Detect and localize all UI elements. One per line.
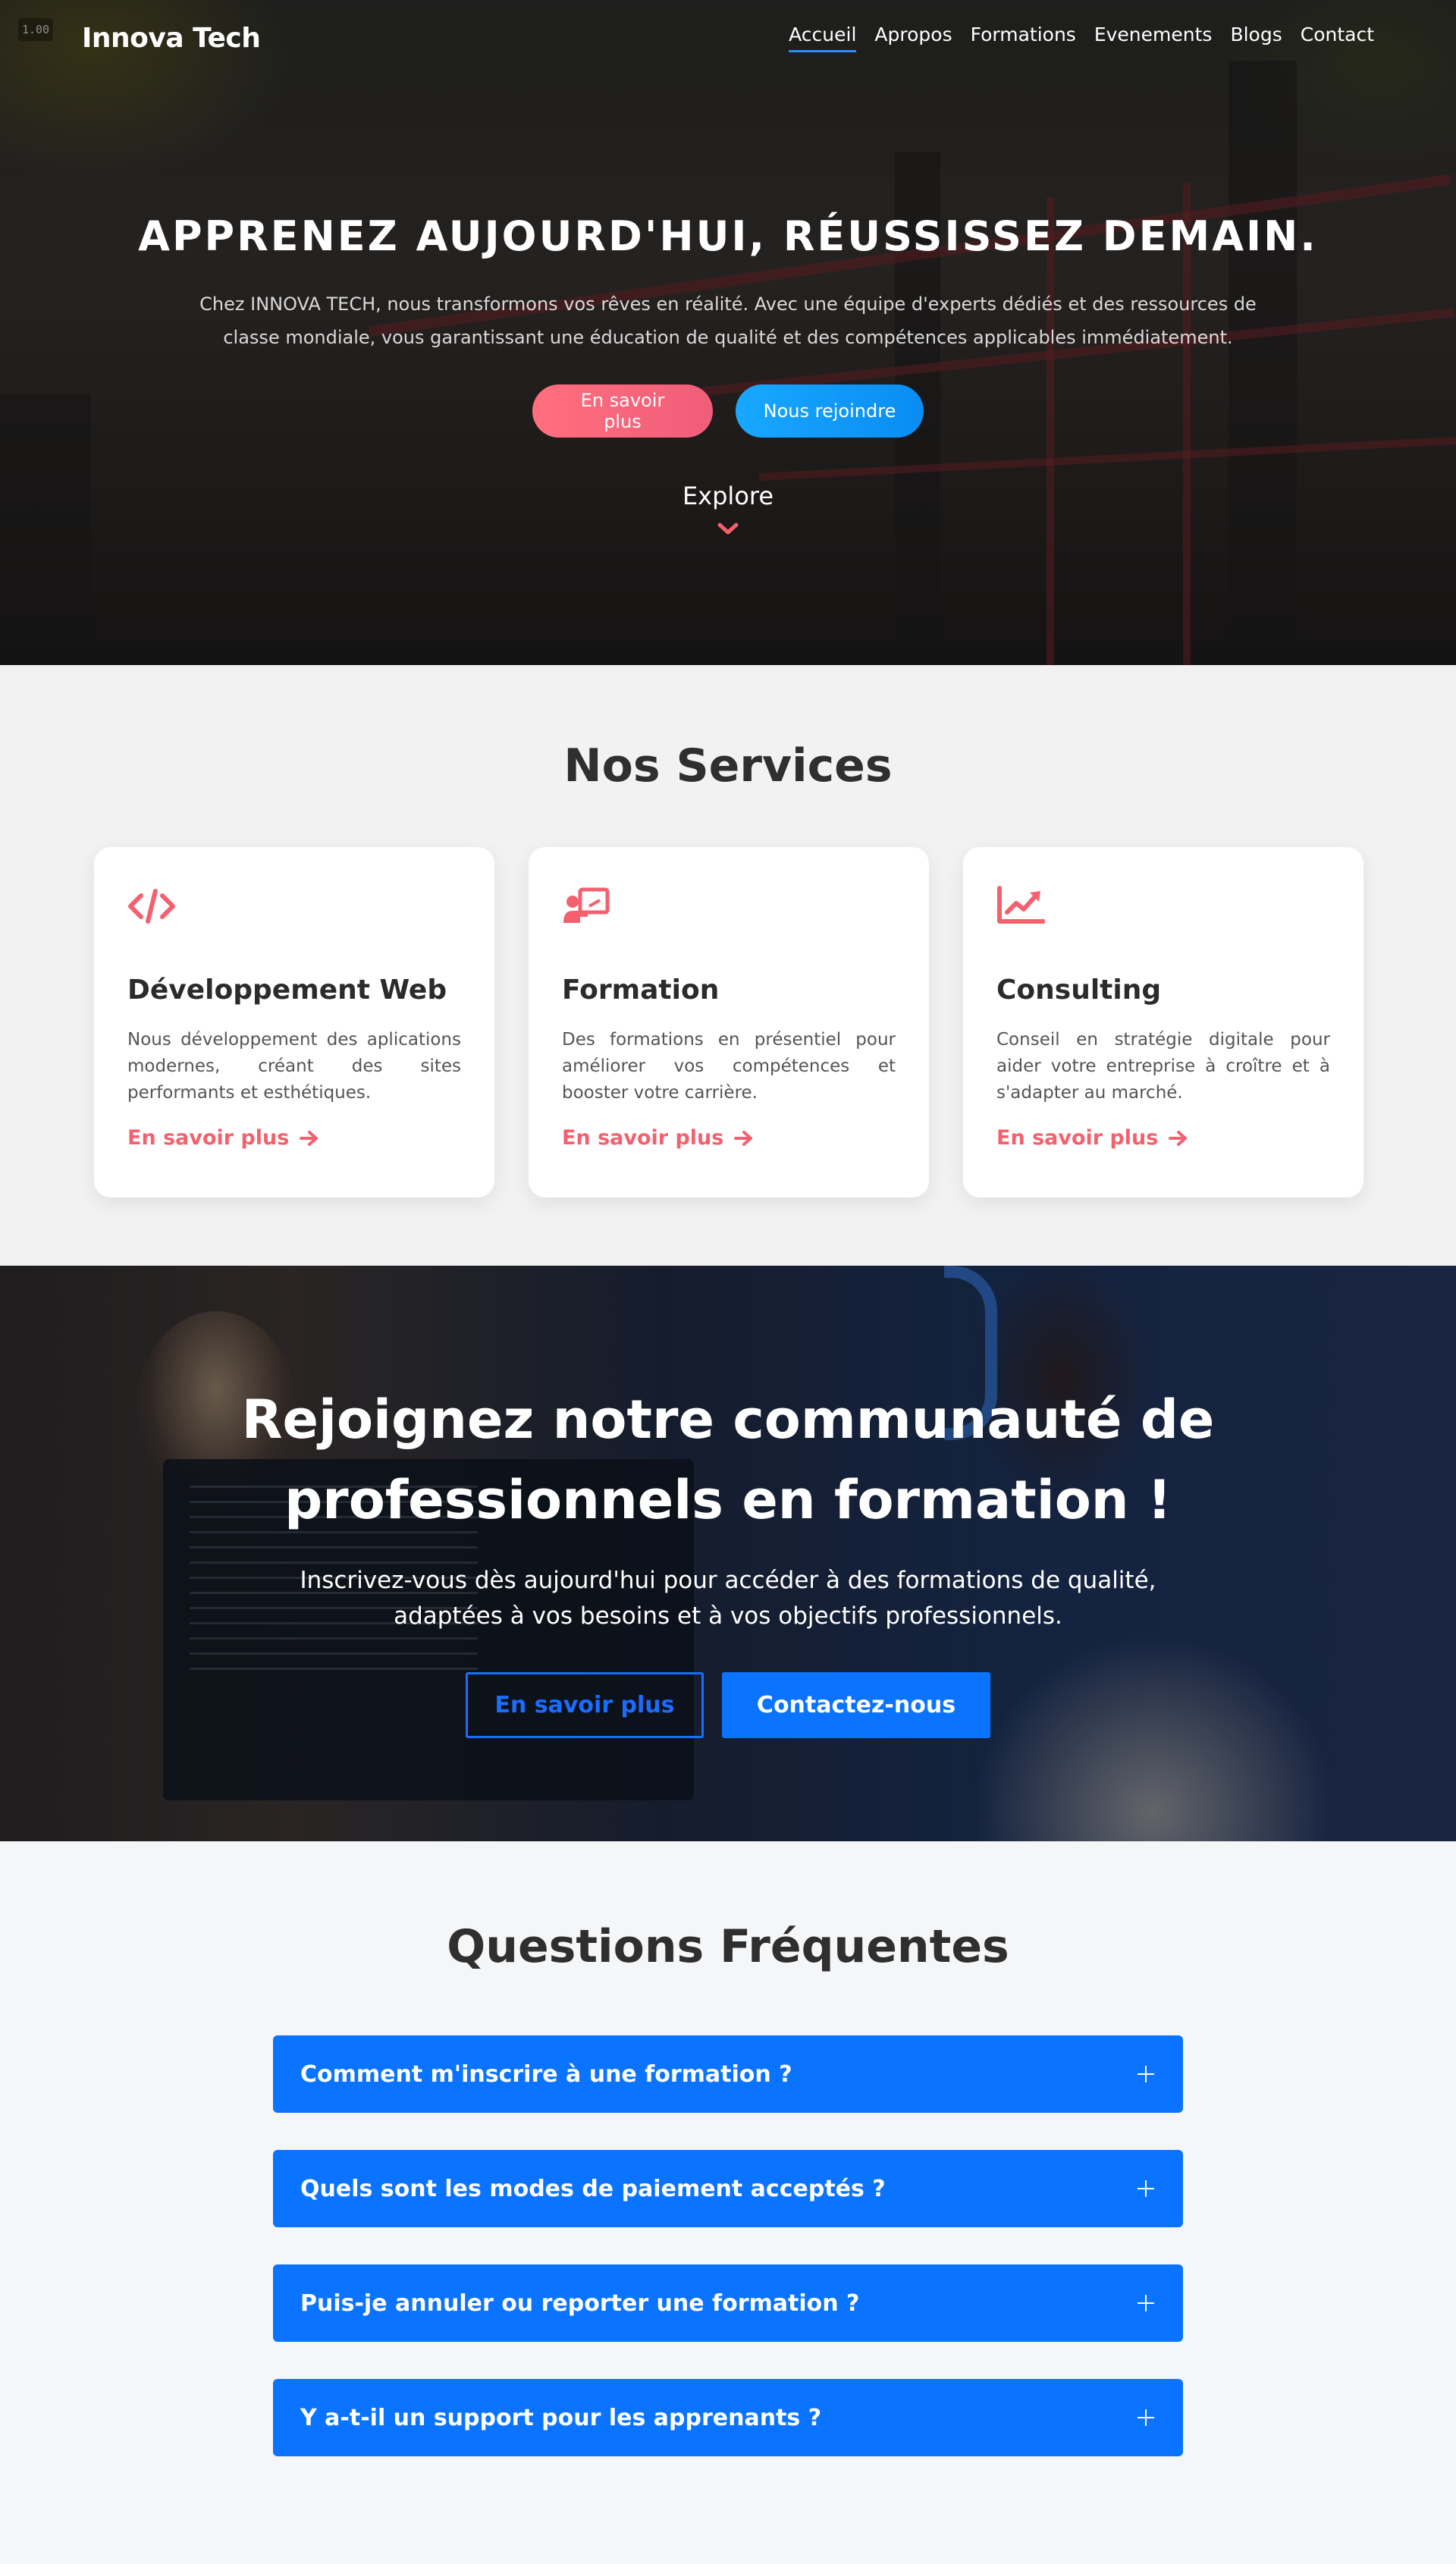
hero-buttons: En savoir plus Nous rejoindre	[0, 384, 1456, 438]
contact-us-button[interactable]: Contactez-nous	[722, 1672, 990, 1738]
community-subtitle-line1: Inscrivez-vous dès aujourd'hui pour accé…	[300, 1567, 1156, 1594]
faq-item[interactable]: Quels sont les modes de paiement accepté…	[273, 2150, 1183, 2227]
community-learn-more-button[interactable]: En savoir plus	[466, 1672, 704, 1738]
service-card-web: Développement Web Nous développement des…	[94, 847, 494, 1197]
faq-question[interactable]: Quels sont les modes de paiement accepté…	[300, 2176, 886, 2202]
explore-label[interactable]: Explore	[0, 482, 1456, 510]
faq-item[interactable]: Puis-je annuler ou reporter une formatio…	[273, 2264, 1183, 2342]
service-card-link-label[interactable]: En savoir plus	[562, 1126, 723, 1150]
plus-icon[interactable]	[1136, 2408, 1156, 2427]
services-section: Nos Services Développement Web Nous déve…	[0, 665, 1456, 1266]
top-navbar: Innova Tech Accueil Apropos Formations E…	[0, 0, 1456, 76]
community-section: Rejoignez notre communauté de profession…	[0, 1266, 1456, 1841]
faq-question[interactable]: Comment m'inscrire à une formation ?	[300, 2061, 792, 2088]
community-title-line1: Rejoignez notre communauté de	[241, 1389, 1215, 1451]
brand-logo[interactable]: Innova Tech	[82, 23, 261, 54]
arrow-right-icon	[300, 1130, 318, 1146]
faq-question[interactable]: Y a-t-il un support pour les apprenants …	[300, 2405, 821, 2431]
hero-content: APPRENEZ AUJOURD'HUI, RÉUSSISSEZ DEMAIN.…	[0, 212, 1456, 539]
plus-icon[interactable]	[1136, 2064, 1156, 2084]
faq-title: Questions Fréquentes	[447, 1920, 1009, 1973]
service-card-link[interactable]: En savoir plus	[562, 1126, 896, 1150]
hero-learn-more-button[interactable]: En savoir plus	[532, 384, 713, 438]
faq-list: Comment m'inscrire à une formation ? Que…	[273, 2035, 1183, 2493]
nav-link-formations[interactable]: Formations	[971, 24, 1076, 52]
nav-link-accueil[interactable]: Accueil	[789, 24, 857, 52]
faq-item[interactable]: Y a-t-il un support pour les apprenants …	[273, 2379, 1183, 2456]
nav-link-blogs[interactable]: Blogs	[1230, 24, 1282, 52]
hero-title: APPRENEZ AUJOURD'HUI, RÉUSSISSEZ DEMAIN.	[138, 212, 1318, 260]
arrow-right-icon	[734, 1130, 753, 1146]
chevron-down-icon[interactable]	[717, 521, 739, 536]
service-card-formation: Formation Des formations en présentiel p…	[529, 847, 929, 1197]
nav-link-evenements[interactable]: Evenements	[1094, 24, 1213, 52]
service-card-consulting: Consulting Conseil en stratégie digitale…	[963, 847, 1363, 1197]
community-subtitle-line2: adaptées à vos besoins et à vos objectif…	[394, 1602, 1062, 1630]
service-card-link-label[interactable]: En savoir plus	[127, 1126, 289, 1150]
community-title: Rejoignez notre communauté de profession…	[0, 1379, 1456, 1540]
service-card-title: Développement Web	[127, 974, 447, 1006]
service-card-link[interactable]: En savoir plus	[127, 1126, 461, 1150]
faq-section: Questions Fréquentes Comment m'inscrire …	[0, 1841, 1456, 2564]
hero-join-button[interactable]: Nous rejoindre	[736, 384, 924, 438]
services-cards: Développement Web Nous développement des…	[94, 847, 1363, 1197]
nav-link-contact[interactable]: Contact	[1301, 24, 1374, 52]
service-card-link[interactable]: En savoir plus	[996, 1126, 1330, 1150]
chart-line-icon	[997, 886, 1046, 924]
hero-section: 1.00 Innova Tech Accueil Apropos Formati…	[0, 0, 1456, 665]
service-card-text: Des formations en présentiel pour amélio…	[562, 1030, 896, 1103]
hero-subtitle: Chez INNOVA TECH, nous transformons vos …	[199, 293, 1257, 348]
community-content: Rejoignez notre communauté de profession…	[0, 1379, 1456, 1738]
plus-icon[interactable]	[1136, 2293, 1156, 2313]
service-card-text: Conseil en stratégie digitale pour aider…	[996, 1030, 1330, 1103]
nav-links: Accueil Apropos Formations Evenements Bl…	[789, 24, 1374, 52]
service-card-text: Nous développement des aplications moder…	[127, 1030, 461, 1103]
services-title: Nos Services	[563, 739, 893, 792]
faq-question[interactable]: Puis-je annuler ou reporter une formatio…	[300, 2290, 859, 2317]
community-subtitle: Inscrivez-vous dès aujourd'hui pour accé…	[0, 1563, 1456, 1634]
community-buttons: En savoir plus Contactez-nous	[0, 1672, 1456, 1738]
code-icon	[128, 889, 175, 924]
arrow-right-icon	[1169, 1130, 1188, 1146]
faq-item[interactable]: Comment m'inscrire à une formation ?	[273, 2035, 1183, 2113]
community-title-line2: professionnels en formation !	[284, 1469, 1172, 1531]
service-card-link-label[interactable]: En savoir plus	[996, 1126, 1158, 1150]
chalkboard-teacher-icon	[563, 887, 610, 923]
nav-link-apropos[interactable]: Apropos	[874, 24, 952, 52]
service-card-title: Formation	[562, 974, 720, 1006]
plus-icon[interactable]	[1136, 2179, 1156, 2198]
service-card-title: Consulting	[996, 974, 1162, 1006]
